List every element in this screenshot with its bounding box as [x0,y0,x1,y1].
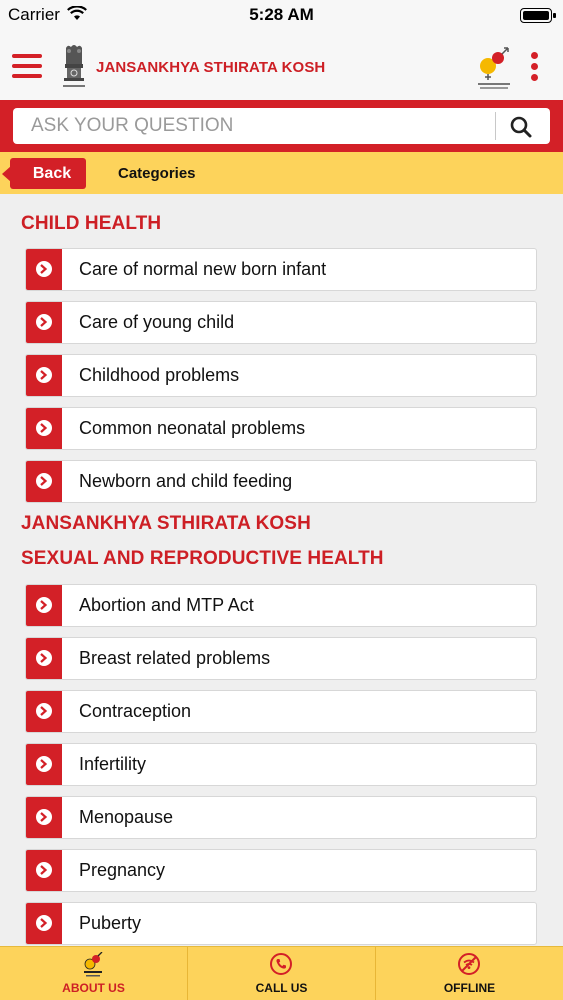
item-label: Childhood problems [79,365,240,385]
list-item[interactable]: Contraception [25,690,537,733]
tab-label: OFFLINE [443,981,496,995]
list-item[interactable]: Pregnancy [25,849,537,892]
offline-icon [457,952,481,981]
item-label: Abortion and MTP Act [79,595,254,615]
search-input[interactable]: ASK YOUR QUESTION [31,108,233,144]
tab-label: ABOUT US [62,981,125,995]
tab-label: CALL US [255,981,308,995]
search-bar: ASK YOUR QUESTION [0,100,563,152]
list-item[interactable]: Menopause [25,796,537,839]
category-list: CHILD HEALTH Care of normal new born inf… [0,194,563,946]
item-label: Infertility [79,754,147,774]
item-arrow-icon [26,302,62,343]
list-item[interactable]: Childhood problems [25,354,537,397]
national-emblem-logo [58,42,90,92]
item-arrow-icon [26,461,62,502]
list-item[interactable]: Care of normal new born infant [25,248,537,291]
item-label: Puberty [79,913,142,933]
menu-icon[interactable] [12,54,42,78]
item-arrow-icon [26,638,62,679]
item-label: Pregnancy [79,860,166,880]
item-arrow-icon [26,744,62,785]
category-bar: Back Categories [0,152,563,194]
list-item[interactable]: Puberty [25,902,537,945]
list-item[interactable]: Newborn and child feeding [25,460,537,503]
about-us-icon [82,951,104,983]
item-label: Care of young child [79,312,235,332]
item-label: Common neonatal problems [79,418,306,438]
search-icon[interactable] [508,114,534,140]
tab-call-us[interactable]: CALL US [188,947,375,1000]
item-arrow-icon [26,691,62,732]
list-item[interactable]: Common neonatal problems [25,407,537,450]
tab-offline[interactable]: OFFLINE [376,947,563,1000]
list-item[interactable]: Breast related problems [25,637,537,680]
item-arrow-icon [26,585,62,626]
clock: 5:28 AM [249,5,314,24]
item-label: Newborn and child feeding [79,471,293,491]
list-item[interactable]: Care of young child [25,301,537,344]
item-label: Care of normal new born infant [79,259,327,279]
item-arrow-icon [26,903,62,944]
app-header: JANSANKHYA STHIRATA KOSH [0,30,563,100]
app-title: JANSANKHYA STHIRATA KOSH [96,59,326,76]
back-button[interactable]: Back [2,158,86,189]
section-heading-child-health[interactable]: CHILD HEALTH [21,213,161,235]
bottom-tab-bar: ABOUT US CALL US OFFLINE [0,946,563,1000]
jsk-logo [474,44,514,94]
page-title: Categories [118,165,196,182]
tab-about-us[interactable]: ABOUT US [0,947,187,1000]
item-label: Contraception [79,701,192,721]
status-bar: Carrier 5:28 AM [0,0,563,30]
item-arrow-icon [26,850,62,891]
item-label: Breast related problems [79,648,271,668]
item-label: Menopause [79,807,174,827]
section-heading-jsk[interactable]: JANSANKHYA STHIRATA KOSH [21,513,311,535]
item-arrow-icon [26,249,62,290]
section-heading-sexual-reproductive-health[interactable]: SEXUAL AND REPRODUCTIVE HEALTH [21,548,384,570]
more-options-icon[interactable] [528,52,542,82]
item-arrow-icon [26,355,62,396]
search-box: ASK YOUR QUESTION [13,108,550,144]
list-item[interactable]: Abortion and MTP Act [25,584,537,627]
phone-icon [269,952,293,981]
item-arrow-icon [26,797,62,838]
item-arrow-icon [26,408,62,449]
list-item[interactable]: Infertility [25,743,537,786]
search-divider [495,112,496,140]
battery-icon [520,8,556,23]
